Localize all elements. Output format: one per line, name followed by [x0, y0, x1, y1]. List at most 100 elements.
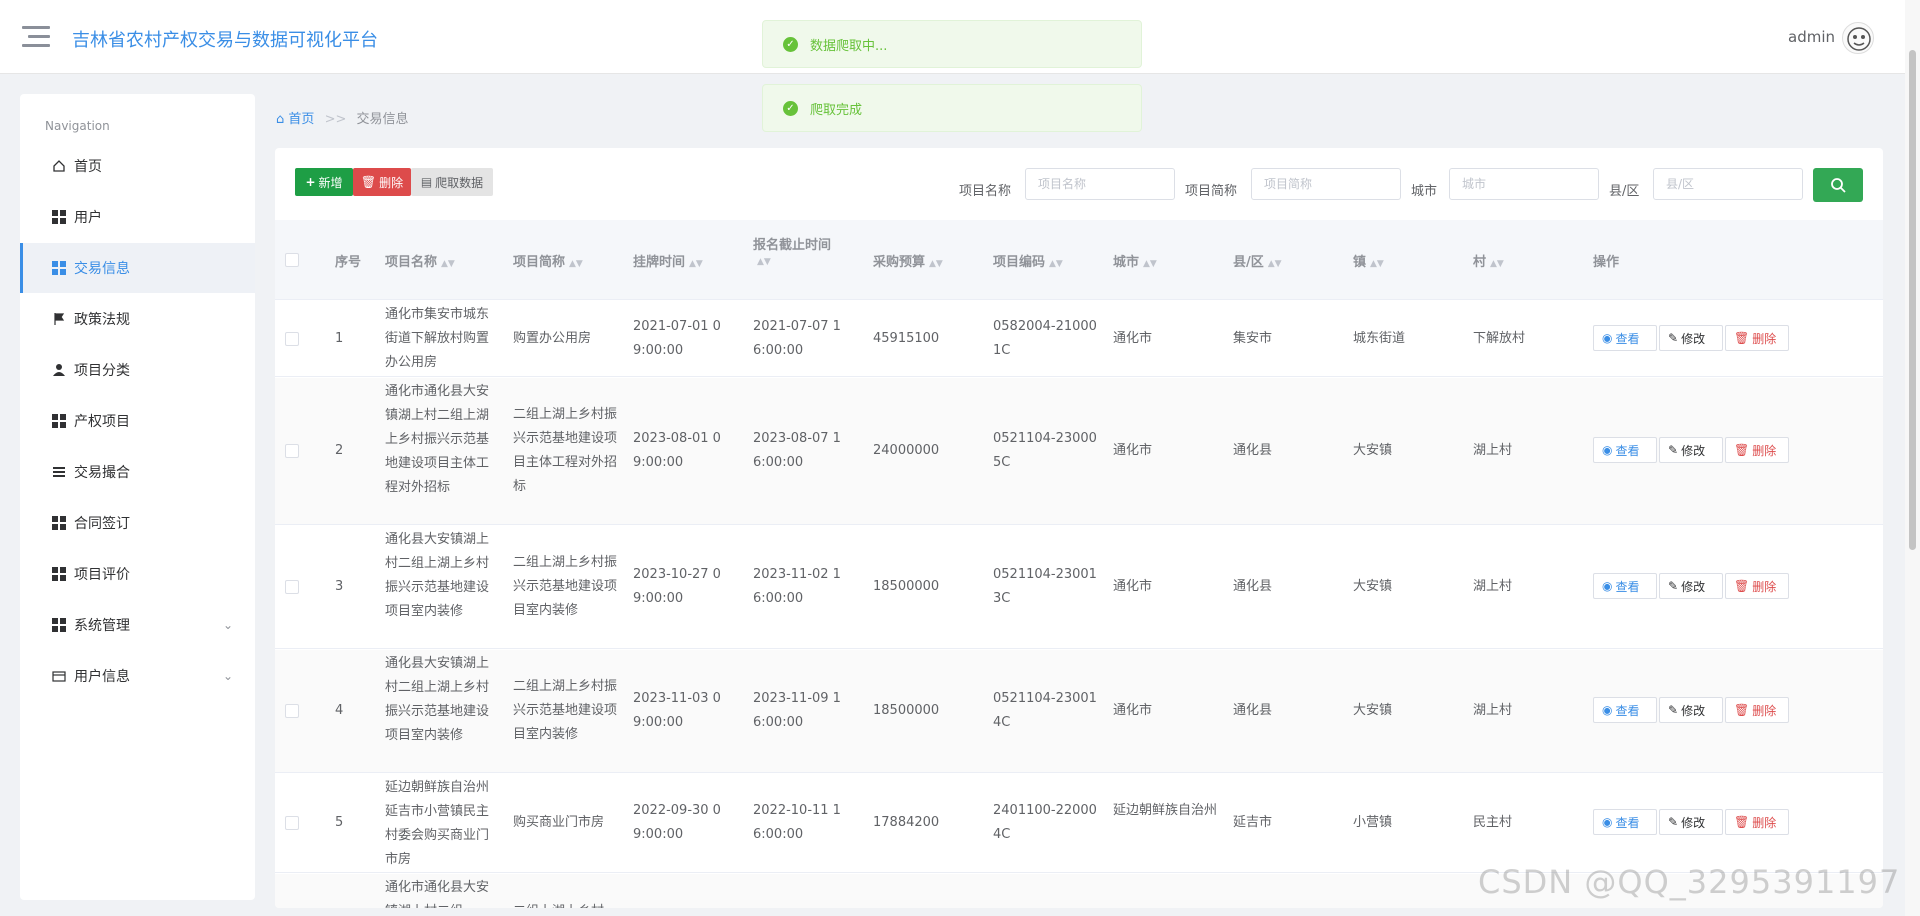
eye-icon: ◉ [1602, 703, 1613, 717]
cell-list-time: 2023-10-27 09:00:00 [633, 567, 721, 606]
view-button[interactable]: ◉ 查看 [1593, 325, 1657, 351]
col-code[interactable]: 项目编码 ▲▼ [993, 251, 1063, 270]
table-row: 1 通化市集安市城东街道下解放村购置办公用房 购置办公用房 2021-07-01… [275, 301, 1883, 377]
edit-icon: ✎ [1668, 703, 1679, 717]
cell-list-time: 2023-08-01 09:00:00 [633, 431, 721, 470]
project-name-input[interactable] [1025, 168, 1175, 200]
col-deadline[interactable]: 报名截止时间 ▲▼ [753, 234, 831, 268]
search-button[interactable] [1813, 168, 1863, 202]
nav-caption: Navigation [45, 119, 110, 133]
delete-label: 删除 [1752, 703, 1777, 718]
row-checkbox[interactable] [285, 816, 299, 830]
user-name[interactable]: admin [1788, 28, 1835, 46]
eye-icon: ◉ [1602, 443, 1613, 457]
edit-icon: ✎ [1668, 815, 1679, 829]
row-delete-button[interactable]: 🗑 删除 [1725, 325, 1789, 351]
sort-icon[interactable]: ▲▼ [1049, 259, 1063, 269]
col-county[interactable]: 县/区 ▲▼ [1233, 251, 1282, 270]
sort-icon[interactable]: ▲▼ [1143, 259, 1157, 269]
delete-label: 删除 [1752, 579, 1777, 594]
grid-icon [52, 210, 66, 224]
col-label: 挂牌时间 [633, 255, 686, 270]
sidebar-item-users[interactable]: 用户 [20, 192, 255, 242]
sort-icon[interactable]: ▲▼ [1370, 259, 1384, 269]
row-delete-button[interactable]: 🗑 删除 [1725, 809, 1789, 835]
sidebar-item-label: 项目评价 [74, 567, 130, 583]
project-short-input[interactable] [1251, 168, 1401, 200]
view-button[interactable]: ◉ 查看 [1593, 573, 1657, 599]
sort-icon[interactable]: ▲▼ [757, 257, 771, 267]
col-budget[interactable]: 采购预算 ▲▼ [873, 251, 943, 270]
col-list-time[interactable]: 挂牌时间 ▲▼ [633, 251, 703, 270]
sort-icon[interactable]: ▲▼ [441, 259, 455, 269]
cell-short: 购买商业门市房 [513, 815, 605, 830]
row-checkbox[interactable] [285, 580, 299, 594]
avatar[interactable] [1842, 22, 1874, 54]
scrollbar-thumb[interactable] [1909, 50, 1916, 550]
sidebar-item-label: 首页 [74, 159, 102, 175]
trash-icon: 🗑 [1734, 443, 1750, 457]
crawl-button[interactable]: ▤ 爬取数据 [411, 168, 493, 196]
delete-button[interactable]: 🗑 删除 [353, 168, 411, 196]
col-village[interactable]: 村 ▲▼ [1473, 251, 1504, 270]
sidebar-item-system[interactable]: 系统管理 ⌄ [20, 600, 255, 650]
view-button[interactable]: ◉ 查看 [1593, 809, 1657, 835]
menu-toggle-icon[interactable] [22, 26, 50, 48]
row-delete-button[interactable]: 🗑 删除 [1725, 437, 1789, 463]
col-no: 序号 [335, 255, 362, 270]
sort-icon[interactable]: ▲▼ [1268, 259, 1282, 269]
cell-name: 通化县大安镇湖上村二组上湖上乡村振兴示范基地建设项目室内装修 [385, 656, 490, 743]
cell-no: 1 [335, 331, 344, 346]
sidebar-item-property[interactable]: 产权项目 [20, 396, 255, 446]
col-town[interactable]: 镇 ▲▼ [1353, 251, 1384, 270]
cell-no: 3 [335, 579, 344, 594]
edit-button[interactable]: ✎ 修改 [1659, 809, 1723, 835]
sidebar-item-home[interactable]: 首页 [20, 141, 255, 191]
sidebar-item-label: 项目分类 [74, 363, 130, 379]
breadcrumb-home[interactable]: 首页 [288, 112, 314, 127]
sidebar-item-policy[interactable]: 政策法规 [20, 294, 255, 344]
page-scrollbar[interactable] [1905, 0, 1920, 916]
county-input[interactable] [1653, 168, 1803, 200]
edit-button[interactable]: ✎ 修改 [1659, 325, 1723, 351]
view-button[interactable]: ◉ 查看 [1593, 697, 1657, 723]
sort-icon[interactable]: ▲▼ [569, 259, 583, 269]
col-short[interactable]: 项目简称 ▲▼ [513, 251, 583, 270]
sidebar-item-category[interactable]: 项目分类 [20, 345, 255, 395]
table-row: 4 通化县大安镇湖上村二组上湖上乡村振兴示范基地建设项目室内装修 二组上湖上乡村… [275, 650, 1883, 773]
sidebar-item-transactions[interactable]: 交易信息 [20, 243, 255, 293]
row-checkbox[interactable] [285, 444, 299, 458]
edit-button[interactable]: ✎ 修改 [1659, 437, 1723, 463]
avatar-icon [1847, 27, 1871, 51]
chevron-down-icon: ⌄ [222, 669, 233, 683]
row-delete-button[interactable]: 🗑 删除 [1725, 697, 1789, 723]
sidebar-item-matching[interactable]: 交易撮合 [20, 447, 255, 497]
cell-city: 通化市 [1113, 331, 1153, 346]
sidebar-item-evaluation[interactable]: 项目评价 [20, 549, 255, 599]
sort-icon[interactable]: ▲▼ [1490, 259, 1504, 269]
add-button[interactable]: + 新增 [295, 168, 353, 196]
view-label: 查看 [1615, 703, 1640, 718]
eye-icon: ◉ [1602, 331, 1613, 345]
sort-icon[interactable]: ▲▼ [689, 259, 703, 269]
sidebar-item-userinfo[interactable]: 用户信息 ⌄ [20, 651, 255, 701]
sidebar-item-contract[interactable]: 合同签订 [20, 498, 255, 548]
sidebar-item-label: 合同签订 [74, 516, 130, 532]
sort-icon[interactable]: ▲▼ [929, 259, 943, 269]
edit-button[interactable]: ✎ 修改 [1659, 573, 1723, 599]
row-delete-button[interactable]: 🗑 删除 [1725, 573, 1789, 599]
edit-button[interactable]: ✎ 修改 [1659, 697, 1723, 723]
select-all-checkbox[interactable] [285, 253, 299, 267]
city-input[interactable] [1449, 168, 1599, 200]
col-label: 项目名称 [385, 255, 438, 270]
col-name[interactable]: 项目名称 ▲▼ [385, 251, 455, 270]
col-city[interactable]: 城市 ▲▼ [1113, 251, 1157, 270]
eye-icon: ◉ [1602, 579, 1613, 593]
sidebar-item-label: 用户 [74, 210, 102, 226]
view-button[interactable]: ◉ 查看 [1593, 437, 1657, 463]
cell-county: 通化县 [1233, 703, 1273, 718]
cell-town: 城东街道 [1353, 331, 1406, 346]
row-checkbox[interactable] [285, 332, 299, 346]
row-checkbox[interactable] [285, 704, 299, 718]
sidebar: Navigation 首页 用户 交易信息 政策法规 项目分类 产权项目 交易撮… [20, 94, 255, 900]
